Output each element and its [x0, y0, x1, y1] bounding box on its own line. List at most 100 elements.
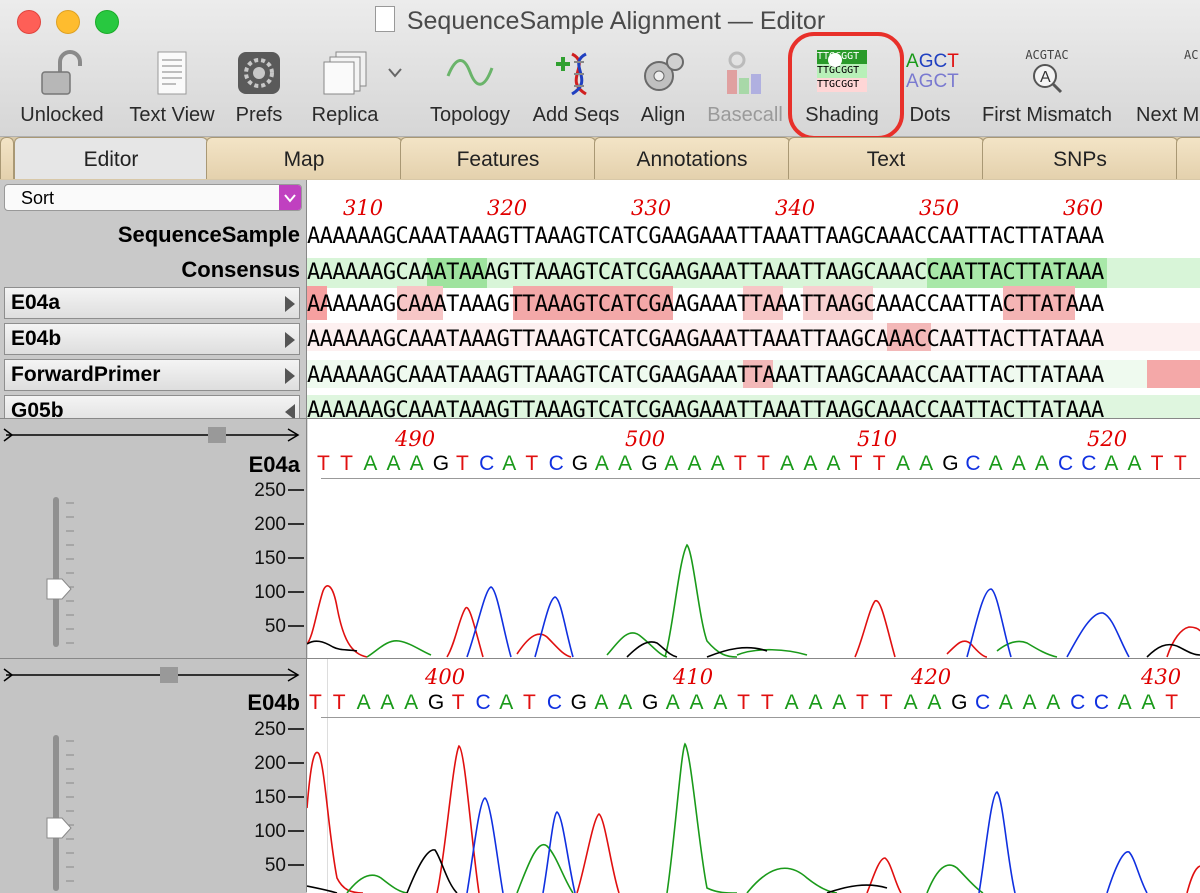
- base-call: A: [1046, 691, 1061, 714]
- slider-knob-icon[interactable]: [44, 816, 74, 840]
- sequence-row-consensus[interactable]: AAAAAAGCAAATAAAGTTAAAGTCATCGAAGAAATTAAAT…: [307, 260, 1104, 285]
- sequence-row-forwardprimer[interactable]: AAAAAAGCAAATAAAGTTAAAGTCATCGAAGAAATTAAAT…: [307, 363, 1104, 388]
- base-call: A: [404, 691, 419, 714]
- row-label-forwardprimer[interactable]: ForwardPrimer: [4, 359, 300, 391]
- svg-text:A: A: [1040, 69, 1051, 86]
- row-label-sequencesample[interactable]: SequenceSample: [0, 222, 300, 248]
- trace-panel-e04b-sidebar: E04b 250 200 150 100 50: [0, 658, 306, 893]
- base-call: A: [713, 691, 728, 714]
- base-call: A: [784, 691, 799, 714]
- base-call: C: [1058, 452, 1074, 475]
- base-call: A: [618, 452, 633, 475]
- base-call: C: [1081, 452, 1097, 475]
- base-call: A: [689, 691, 704, 714]
- base-call: T: [737, 691, 750, 714]
- base-call: T: [523, 691, 536, 714]
- window-title: SequenceSample Alignment — Editor: [0, 6, 1200, 36]
- tab-map[interactable]: Map: [206, 137, 402, 179]
- base-call: T: [849, 452, 863, 475]
- next-mismatch-button[interactable]: AC Next M: [1136, 48, 1200, 134]
- base-call: T: [879, 691, 893, 714]
- tab-bar: Editor Map Features Annotations Text SNP…: [0, 137, 1200, 180]
- add-seqs-button[interactable]: Add Seqs: [528, 48, 624, 134]
- base-call: A: [1022, 691, 1037, 714]
- base-call: A: [1034, 452, 1049, 475]
- base-call: A: [1127, 452, 1142, 475]
- base-call: A: [1141, 691, 1156, 714]
- topology-button[interactable]: Topology: [420, 48, 520, 134]
- text-document-icon: [157, 51, 187, 95]
- base-call: A: [502, 452, 517, 475]
- base-call: A: [664, 452, 679, 475]
- chromatogram-e04a[interactable]: 490 500 510 520 TTAAAGTCATCGAAGAAATTAAAT…: [307, 418, 1200, 659]
- chevron-down-icon[interactable]: [388, 68, 402, 78]
- sequence-row-e04b[interactable]: AAAAAAGCAAATAAAGTTAAAGTCATCGAAGAAATTAAAT…: [307, 327, 1104, 352]
- row-label-g05b[interactable]: G05b: [4, 395, 300, 418]
- chevron-down-icon[interactable]: [279, 185, 301, 210]
- base-call: G: [951, 691, 968, 714]
- row-label-consensus[interactable]: Consensus: [0, 257, 300, 283]
- disclosure-arrow-icon[interactable]: [285, 404, 295, 418]
- slider-knob-icon[interactable]: [44, 577, 74, 601]
- base-call: T: [340, 452, 353, 475]
- unlocked-button[interactable]: Unlocked: [12, 48, 112, 134]
- base-call: A: [919, 452, 934, 475]
- align-button[interactable]: Align: [634, 48, 692, 134]
- base-call: T: [1150, 452, 1164, 475]
- row-label-e04b[interactable]: E04b: [4, 323, 300, 355]
- tab-annotations[interactable]: Annotations: [594, 137, 790, 179]
- base-call: G: [432, 452, 450, 475]
- base-call: C: [1070, 691, 1086, 714]
- replica-stack-icon: [323, 51, 367, 95]
- prefs-button[interactable]: Prefs: [228, 48, 290, 134]
- disclosure-arrow-icon[interactable]: [285, 368, 295, 384]
- base-call: C: [475, 691, 491, 714]
- chromatogram-e04b[interactable]: 400 410 420 430 TTAAAGTCATCGAAGAAATTAAAT…: [307, 658, 1200, 893]
- first-mismatch-button[interactable]: ACGTAC A First Mismatch: [972, 48, 1122, 134]
- trace-height-slider[interactable]: [53, 735, 59, 891]
- trace-height-slider[interactable]: [53, 497, 59, 647]
- trace-scroll-slider[interactable]: [0, 659, 306, 691]
- text-view-button[interactable]: Text View: [122, 48, 222, 134]
- base-call: A: [780, 452, 795, 475]
- tab-features[interactable]: Features: [400, 137, 596, 179]
- unlocked-padlock-icon: [41, 50, 82, 95]
- dots-button[interactable]: AGCT AGCT Dots: [902, 48, 959, 134]
- alignment-view[interactable]: 310 320 330 340 350 360 AAAAAAGCAAATAAAG…: [307, 180, 1200, 418]
- gear-icon: [238, 52, 280, 94]
- base-call: G: [571, 452, 589, 475]
- sequence-row-g05b[interactable]: AAAAAAGCAAATAAAGTTAAAGTCATCGAAGAAATTAAAT…: [307, 398, 1104, 418]
- base-call: A: [808, 691, 823, 714]
- base-call: A: [1104, 452, 1119, 475]
- tab-editor[interactable]: Editor: [14, 137, 208, 179]
- base-call: A: [665, 691, 680, 714]
- base-call: T: [317, 452, 330, 475]
- base-call: A: [594, 452, 609, 475]
- sequence-row-sequencesample[interactable]: AAAAAAGCAAATAAAGTTAAAGTCATCGAAGAAATTAAAT…: [307, 224, 1104, 249]
- disclosure-arrow-icon[interactable]: [285, 296, 295, 312]
- trace-scroll-slider[interactable]: [0, 419, 306, 451]
- row-label-e04a[interactable]: E04a: [4, 287, 300, 319]
- document-icon: [374, 6, 395, 32]
- base-call: A: [1117, 691, 1132, 714]
- sort-popup[interactable]: Sort: [4, 184, 302, 211]
- base-call: G: [641, 452, 658, 475]
- basecall-button[interactable]: Basecall: [702, 48, 788, 134]
- base-call: A: [356, 691, 371, 714]
- tab-text[interactable]: Text: [788, 137, 984, 179]
- tab-snps[interactable]: SNPs: [982, 137, 1178, 179]
- base-call: A: [988, 452, 1003, 475]
- shading-button[interactable]: TTGCGGT TTGCGGT TTGCGGT Shading: [800, 48, 884, 134]
- sequence-row-e04a[interactable]: AAAAAAGCAAATAAAGTTAAAGTCATCGAAGAAATTAAAT…: [307, 292, 1104, 317]
- base-call: T: [525, 452, 539, 475]
- disclosure-arrow-icon[interactable]: [285, 332, 295, 348]
- shading-sequence-icon: TTGCGGT TTGCGGT TTGCGGT: [817, 50, 867, 96]
- base-call: A: [903, 691, 918, 714]
- toggle-knob-icon: [828, 53, 842, 67]
- base-call: A: [380, 691, 395, 714]
- base-call: G: [570, 691, 587, 714]
- topology-wave-icon: [446, 59, 494, 86]
- base-call: A: [927, 691, 942, 714]
- replica-button[interactable]: Replica: [310, 48, 402, 134]
- base-call: A: [499, 691, 514, 714]
